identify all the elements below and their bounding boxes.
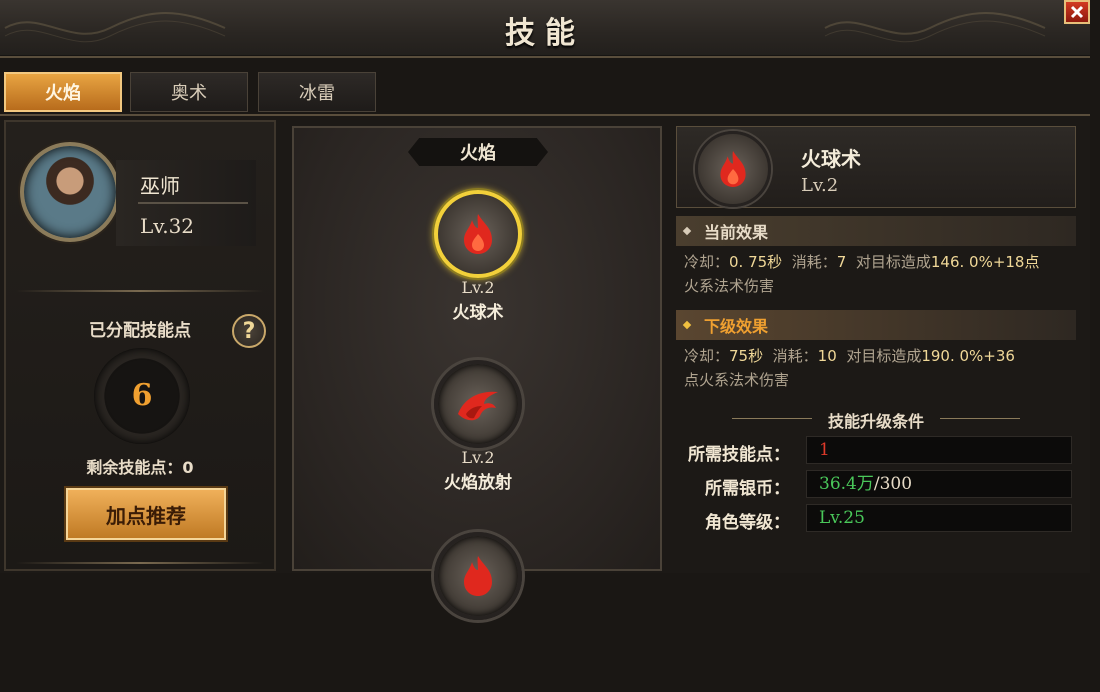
required-skill-points-row: 所需技能点： 1 — [676, 436, 1076, 465]
required-skill-points-value: 1 — [806, 436, 1072, 464]
skill-icon-button[interactable] — [434, 190, 522, 278]
character-info: 巫师 Lv.32 — [116, 160, 256, 246]
skill-node-flame-spray[interactable]: Lv.2 火焰放射 — [418, 360, 538, 520]
skill-node-fireball[interactable]: Lv.2 火球术 — [418, 190, 538, 350]
required-level-value: Lv.25 — [806, 504, 1072, 532]
character-class: 巫师 — [140, 174, 180, 198]
close-icon — [1070, 5, 1084, 19]
current-effect-text: 冷却：0. 75秒 消耗：7 对目标造成146. 0%+18点 火系法术伤害 — [684, 253, 1040, 295]
skill-icon-button[interactable] — [434, 532, 522, 620]
skill-name: 火球术 — [452, 303, 504, 323]
skill-tree-panel: 火焰 Lv.2 火球术 Lv.2 火焰放射 — [292, 126, 662, 620]
detail-skill-level: Lv.2 — [801, 175, 839, 196]
info-divider — [138, 202, 248, 204]
skill-detail-panel: 火球术 Lv.2 当前效果 冷却：0. 75秒 消耗：7 对目标造成146. 0… — [676, 126, 1078, 571]
recommend-allocation-button[interactable]: 加点推荐 — [66, 488, 226, 540]
skill-level: Lv.2 — [461, 448, 495, 467]
tab-frost-thunder[interactable]: 冰雷 — [258, 72, 376, 112]
remaining-points-label: 剩余技能点：0 — [86, 458, 194, 477]
window-title: 技能 — [505, 16, 585, 51]
skill-name: 火焰放射 — [444, 473, 512, 493]
skill-level: Lv.2 — [461, 278, 495, 297]
close-button[interactable] — [1064, 0, 1090, 24]
allocated-points-value: 6 — [131, 378, 153, 413]
fireball-icon — [720, 151, 746, 187]
next-effect-title: 下级效果 — [704, 317, 769, 336]
tab-arcane[interactable]: 奥术 — [130, 72, 248, 112]
detail-skill-name: 火球术 — [801, 147, 861, 171]
character-level: Lv.32 — [140, 214, 195, 238]
required-level-label: 角色等级： — [705, 513, 790, 533]
required-skill-points-label: 所需技能点： — [688, 445, 790, 465]
fireball-icon — [464, 214, 492, 254]
silver-needed: /300 — [873, 474, 913, 494]
panel-divider-bottom — [16, 562, 264, 564]
next-effect-text: 冷却：75秒 消耗：10 对目标造成190. 0%+36 点火系法术伤害 — [684, 347, 1015, 389]
upgrade-conditions-title: 技能升级条件 — [676, 408, 1076, 432]
character-panel: 巫师 Lv.32 已分配技能点 ? 6 剩余技能点：0 加点推荐 — [4, 120, 276, 571]
allocated-points-ring: 6 — [94, 348, 190, 444]
skill-icon-button[interactable] — [434, 360, 522, 448]
diamond-icon — [682, 226, 692, 236]
diamond-icon — [682, 320, 692, 330]
current-effect-title: 当前效果 — [704, 223, 769, 242]
character-portrait — [20, 142, 120, 242]
school-tabs: 火焰 奥术 冰雷 — [0, 66, 1090, 114]
current-effect-header: 当前效果 — [676, 216, 1076, 246]
detail-skill-icon — [695, 131, 771, 207]
branch-label: 火焰 — [408, 138, 548, 166]
tab-fire[interactable]: 火焰 — [4, 72, 122, 112]
required-silver-label: 所需银币： — [705, 479, 790, 499]
flame-spray-icon — [458, 391, 498, 421]
skill-detail-header: 火球术 Lv.2 — [676, 126, 1076, 208]
required-silver-value: 36.4万/300 — [806, 470, 1072, 498]
next-effect-header: 下级效果 — [676, 310, 1076, 340]
title-bar: 技能 — [0, 0, 1090, 58]
skill-node-partial[interactable] — [418, 532, 538, 692]
required-silver-row: 所需银币： 36.4万/300 — [676, 470, 1076, 499]
help-button[interactable]: ? — [232, 314, 266, 348]
fire-icon — [464, 556, 492, 596]
panel-divider — [16, 290, 264, 292]
required-level-row: 角色等级： Lv.25 — [676, 504, 1076, 533]
silver-owned: 36.4万 — [819, 474, 874, 494]
